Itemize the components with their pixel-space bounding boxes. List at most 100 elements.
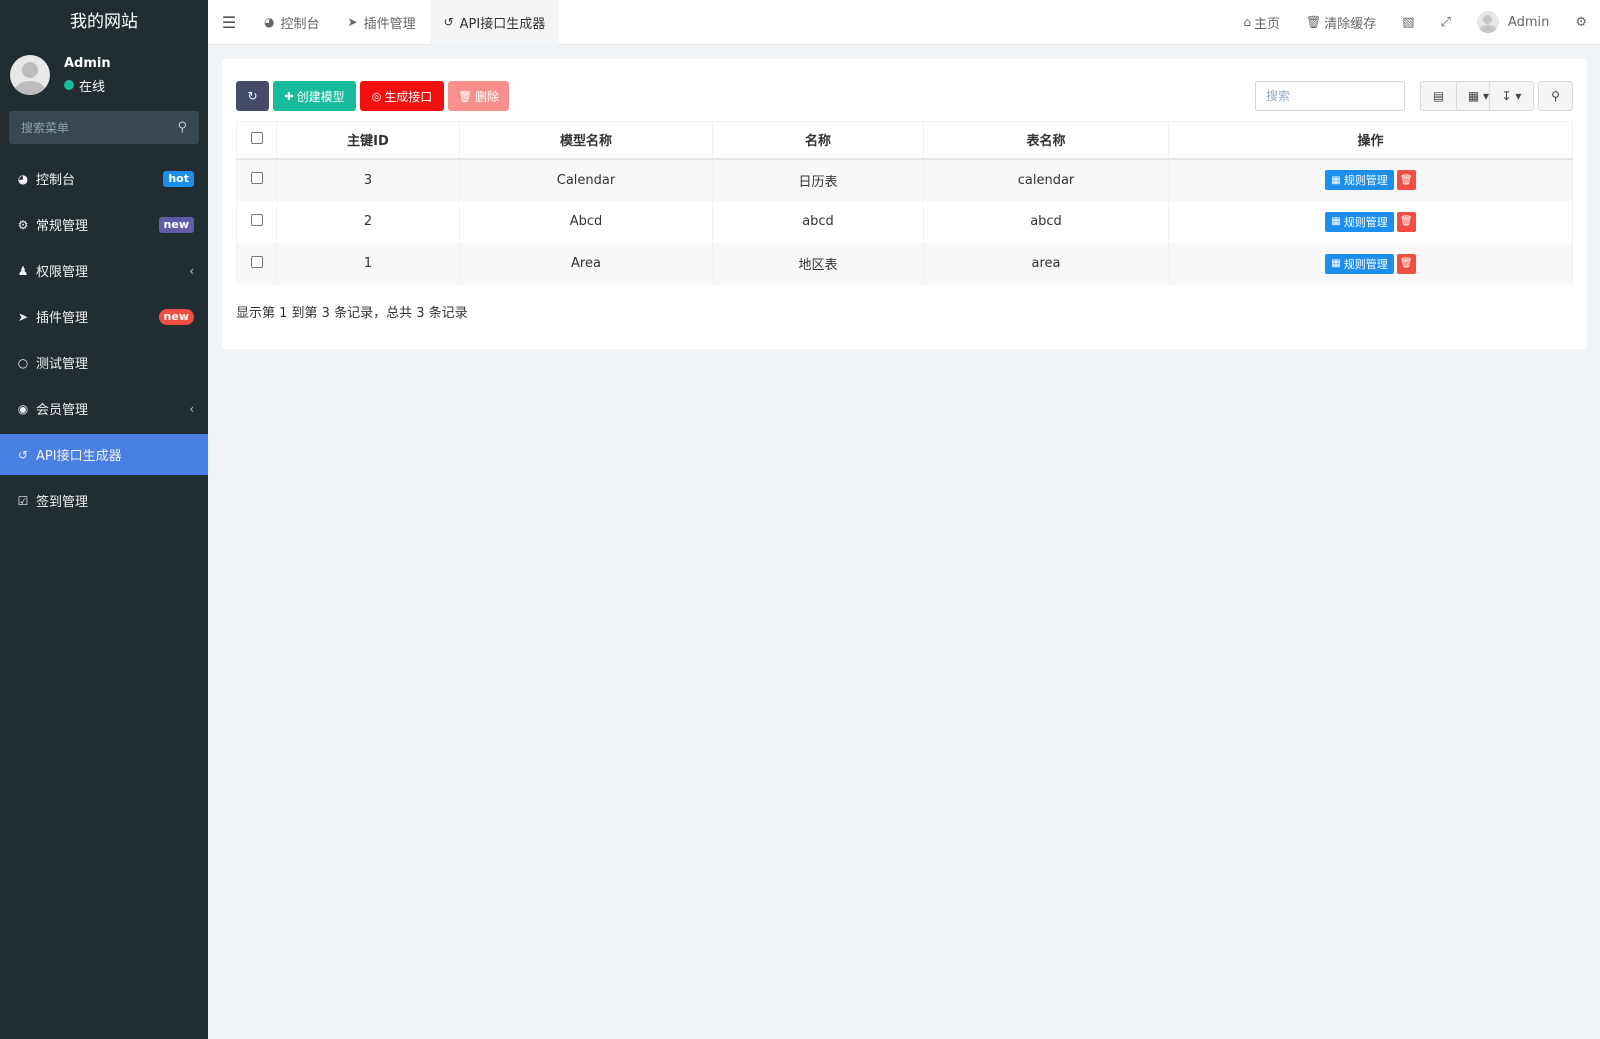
cell-id: 1 [276, 242, 460, 285]
home-link[interactable]: ⌂ 主页 [1230, 0, 1293, 45]
rule-manage-label: 规则管理 [1343, 215, 1388, 229]
content-panel: ↻ ✚ 创建模型 ◎ 生成接口 🗑 删除 ▤ ▦ ▾ [222, 59, 1587, 349]
trash-icon: 🗑 [1399, 258, 1413, 269]
select-all-cell [236, 121, 277, 160]
row-delete-button[interactable]: 🗑 [1396, 211, 1416, 232]
list-icon: ▤ [1432, 89, 1445, 103]
cell-model: Area [459, 242, 713, 285]
sidebar-item-test[interactable]: ○ 测试管理 [0, 342, 208, 383]
table-icon: ▦ [1331, 258, 1341, 269]
online-dot-icon [64, 80, 74, 90]
fullscreen-icon: ⤢ [1440, 14, 1451, 30]
row-delete-button[interactable]: 🗑 [1396, 253, 1416, 274]
rule-manage-button[interactable]: ▦ 规则管理 [1325, 170, 1394, 190]
table-icon: ▦ [1331, 174, 1341, 186]
create-model-button[interactable]: ✚ 创建模型 [273, 81, 356, 111]
delete-label: 删除 [474, 89, 499, 104]
hot-badge: hot [163, 170, 194, 187]
fullscreen-button[interactable]: ⤢ [1428, 0, 1464, 45]
api-icon: ↺ [443, 15, 454, 29]
avatar [1476, 11, 1499, 33]
search-icon: ⚲ [1551, 89, 1560, 103]
sidebar-item-label: 权限管理 [36, 265, 89, 280]
sidebar-item-api-generator[interactable]: ↺ API接口生成器 [0, 434, 208, 475]
select-all-checkbox[interactable] [250, 131, 263, 144]
api-icon: ↺ [17, 447, 29, 462]
column-header[interactable]: 表名称 [923, 121, 1169, 160]
chevron-left-icon: ‹ [189, 263, 194, 278]
sidebar: 我的网站 Admin 在线 ⚲ ◕ 控制台 hot [0, 0, 208, 1039]
plus-icon: ✚ [284, 89, 294, 103]
table-toolbar: ↻ ✚ 创建模型 ◎ 生成接口 🗑 删除 ▤ ▦ ▾ [236, 81, 1573, 111]
generate-api-label: 生成接口 [384, 89, 433, 104]
user-menu[interactable]: Admin [1464, 0, 1562, 45]
site-logo[interactable]: 我的网站 [0, 0, 208, 45]
sidebar-search-input[interactable] [21, 120, 178, 135]
sidebar-item-auth[interactable]: ♟ 权限管理 ‹ [0, 250, 208, 291]
row-select-cell [236, 242, 277, 285]
table-icon: ▦ [1331, 216, 1341, 227]
cogs-icon: ⚙ [17, 217, 29, 232]
trash-icon: 🗑 [458, 89, 472, 103]
toggle-view-button[interactable]: ▤ [1420, 81, 1457, 111]
sidebar-item-label: API接口生成器 [36, 449, 122, 464]
clear-cache-button[interactable]: 🗑 清除缓存 [1293, 0, 1389, 45]
tab-api-generator[interactable]: ↺ API接口生成器 [429, 0, 560, 45]
table-search-input[interactable] [1266, 89, 1394, 103]
search-icon[interactable]: ⚲ [177, 120, 187, 135]
column-header: 操作 [1168, 121, 1573, 160]
advanced-search-button[interactable]: ⚲ [1538, 81, 1573, 111]
sidebar-item-signin[interactable]: ☑ 签到管理 [0, 480, 208, 521]
row-checkbox[interactable] [250, 213, 263, 226]
refresh-button[interactable]: ↻ [236, 81, 269, 111]
sidebar-menu: ◕ 控制台 hot ⚙ 常规管理 new ♟ 权限管理 ‹ ➤ 插件管理 new… [0, 158, 208, 521]
rule-manage-label: 规则管理 [1343, 174, 1388, 187]
cogs-icon: ⚙ [1575, 14, 1587, 30]
user-name: Admin [64, 55, 111, 71]
trash-icon: 🗑 [1305, 15, 1322, 29]
row-checkbox[interactable] [250, 255, 263, 268]
delete-button[interactable]: 🗑 删除 [448, 81, 509, 111]
sidebar-search: ⚲ [9, 111, 199, 144]
sidebar-item-label: 会员管理 [36, 403, 89, 418]
home-label: 主页 [1253, 16, 1280, 32]
pagination-info: 显示第 1 到第 3 条记录，总共 3 条记录 [236, 306, 468, 321]
rule-manage-button[interactable]: ▦ 规则管理 [1325, 211, 1394, 232]
sidebar-item-general[interactable]: ⚙ 常规管理 new [0, 204, 208, 245]
dashboard-icon: ◕ [264, 15, 275, 29]
column-header[interactable]: 主键ID [276, 121, 460, 160]
sidebar-item-member[interactable]: ◉ 会员管理 ‹ [0, 388, 208, 429]
tab-dashboard[interactable]: ◕ 控制台 [250, 0, 334, 45]
cell-name: 日历表 [712, 158, 924, 201]
cell-table: calendar [923, 158, 1169, 201]
tab-label: API接口生成器 [459, 16, 546, 32]
sidebar-item-label: 插件管理 [36, 311, 89, 326]
new-badge: new [158, 216, 194, 233]
settings-button[interactable]: ⚙ [1562, 0, 1600, 45]
row-delete-button[interactable]: 🗑 [1396, 170, 1416, 190]
user-panel: Admin 在线 [0, 45, 208, 105]
sidebar-item-dashboard[interactable]: ◕ 控制台 hot [0, 158, 208, 199]
export-dropdown[interactable]: ↧ ▾ [1489, 81, 1534, 111]
tab-addon[interactable]: ➤ 插件管理 [334, 0, 430, 45]
language-button[interactable]: ▧ [1389, 0, 1427, 45]
sidebar-item-label: 常规管理 [36, 219, 89, 234]
clear-cache-label: 清除缓存 [1324, 16, 1377, 32]
hamburger-menu-icon[interactable]: ☰ [208, 13, 250, 32]
column-header[interactable]: 模型名称 [459, 121, 713, 160]
generate-api-button[interactable]: ◎ 生成接口 [360, 81, 444, 111]
trash-icon: 🗑 [1399, 174, 1413, 186]
tab-label: 插件管理 [363, 16, 416, 32]
sidebar-item-addon[interactable]: ➤ 插件管理 new [0, 296, 208, 337]
cell-actions: ▦ 规则管理 🗑 [1168, 242, 1573, 285]
grid-icon: ▦ ▾ [1467, 89, 1490, 103]
user-menu-name: Admin [1507, 14, 1550, 30]
row-select-cell [236, 200, 277, 243]
home-icon: ⌂ [1243, 15, 1251, 29]
cell-id: 2 [276, 200, 460, 243]
tab-label: 控制台 [280, 16, 320, 32]
column-header[interactable]: 名称 [712, 121, 924, 160]
rule-manage-button[interactable]: ▦ 规则管理 [1325, 253, 1394, 274]
table-row: 2 Abcd abcd abcd ▦ 规则管理 🗑 [236, 200, 1573, 243]
row-checkbox[interactable] [250, 172, 263, 184]
